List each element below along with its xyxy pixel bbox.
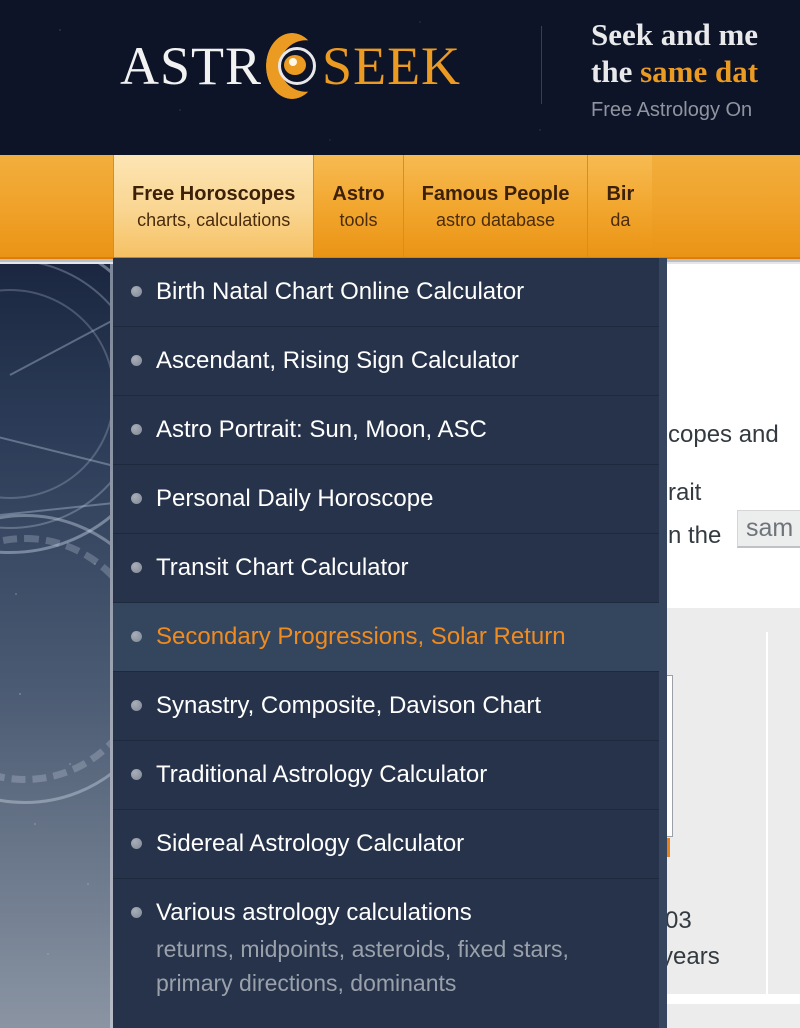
menu-item-birth-natal-chart[interactable]: Birth Natal Chart Online Calculator [113,258,659,327]
menu-item-label: Birth Natal Chart Online Calculator [156,278,525,305]
menu-item-label: Sidereal Astrology Calculator [156,830,465,857]
nav-tab-astro[interactable]: Astro tools [313,155,403,257]
site-header: ASTR SEEK Seek and me the same dat Free … [0,0,800,155]
bullet-icon [131,907,142,918]
nav-tab-title: Bir [606,182,635,205]
nav-tab-title: Famous People [421,182,570,205]
bullet-icon [131,562,142,573]
background-panel-rule [663,994,800,996]
menu-item-subtitle: returns, midpoints, asteroids, fixed sta… [156,936,569,996]
background-number-fragment: 03 [665,907,692,934]
nav-tab-title: Astro [332,182,385,205]
sidebar-zodiac-art [0,264,113,1028]
site-logo[interactable]: ASTR SEEK [120,30,461,102]
nav-tab-subtitle: astro database [435,209,556,230]
tagline-line-2-plain: the [591,54,641,89]
menu-item-label: Personal Daily Horoscope [156,485,434,512]
nav-tab-famous-people[interactable]: Famous People astro database [402,155,588,257]
header-tagline: Seek and me the same dat Free Astrology … [591,16,800,122]
menu-item-ascendant-rising-sign[interactable]: Ascendant, Rising Sign Calculator [113,327,659,396]
crescent-moon-eye-icon [264,33,320,99]
menu-item-label: Synastry, Composite, Davison Chart [156,692,542,719]
header-vertical-divider [541,26,542,104]
menu-item-traditional-astrology[interactable]: Traditional Astrology Calculator [113,741,659,810]
background-text-fragment-1: copes and [668,421,779,448]
nav-left-spacer [0,155,113,257]
logo-text-astr: ASTR [120,36,263,96]
background-panel-divider [766,632,768,996]
nav-tab-subtitle: charts, calculations [137,209,291,230]
tagline-line-2: the same dat [591,53,800,90]
tagline-line-1: Seek and me [591,17,759,52]
tagline-line-2-highlight: same dat [640,54,759,89]
menu-item-label: Transit Chart Calculator [156,554,409,581]
bullet-icon [131,700,142,711]
main-navigation: Free Horoscopes charts, calculations Ast… [0,155,800,259]
bullet-icon [131,838,142,849]
bullet-icon [131,631,142,642]
bullet-icon [131,493,142,504]
menu-item-synastry-composite-davison[interactable]: Synastry, Composite, Davison Chart [113,672,659,741]
menu-item-personal-daily-horoscope[interactable]: Personal Daily Horoscope [113,465,659,534]
background-bottom-panel-right [645,1004,800,1028]
background-results-panel [663,608,800,996]
bullet-icon [131,286,142,297]
menu-item-label: Traditional Astrology Calculator [156,761,488,788]
background-years-fragment: years [661,943,720,970]
menu-item-label: Ascendant, Rising Sign Calculator [156,347,519,374]
background-text-fragment-3: n the [668,522,722,549]
menu-item-transit-chart-calculator[interactable]: Transit Chart Calculator [113,534,659,603]
menu-item-label: Secondary Progressions, Solar Return [156,623,566,650]
menu-item-secondary-progressions[interactable]: Secondary Progressions, Solar Return [113,603,659,672]
background-text-fragment-2: rait [668,479,702,506]
nav-tab-free-horoscopes[interactable]: Free Horoscopes charts, calculations [113,155,314,257]
starfield-texture [0,264,113,1028]
background-date-input[interactable]: sam [737,510,800,548]
menu-item-various-astrology-calculations[interactable]: Various astrology calculations returns, … [113,879,659,1028]
menu-item-label: Various astrology calculations [156,899,472,926]
page-root: copes and rait n the sam 03 years ASTR S… [0,0,800,1028]
menu-item-astro-portrait[interactable]: Astro Portrait: Sun, Moon, ASC [113,396,659,465]
bullet-icon [131,769,142,780]
tagline-subtitle: Free Astrology On [591,99,753,121]
logo-text-seek: SEEK [322,36,462,96]
nav-tab-subtitle: tools [339,209,378,230]
nav-tab-title: Free Horoscopes [132,182,296,205]
nav-tab-birth[interactable]: Bir da [587,155,653,257]
menu-item-sidereal-astrology[interactable]: Sidereal Astrology Calculator [113,810,659,879]
nav-tab-subtitle: da [610,209,631,230]
free-horoscopes-dropdown-menu: Birth Natal Chart Online Calculator Asce… [113,258,667,1028]
bullet-icon [131,424,142,435]
menu-item-label: Astro Portrait: Sun, Moon, ASC [156,416,487,443]
bullet-icon [131,355,142,366]
